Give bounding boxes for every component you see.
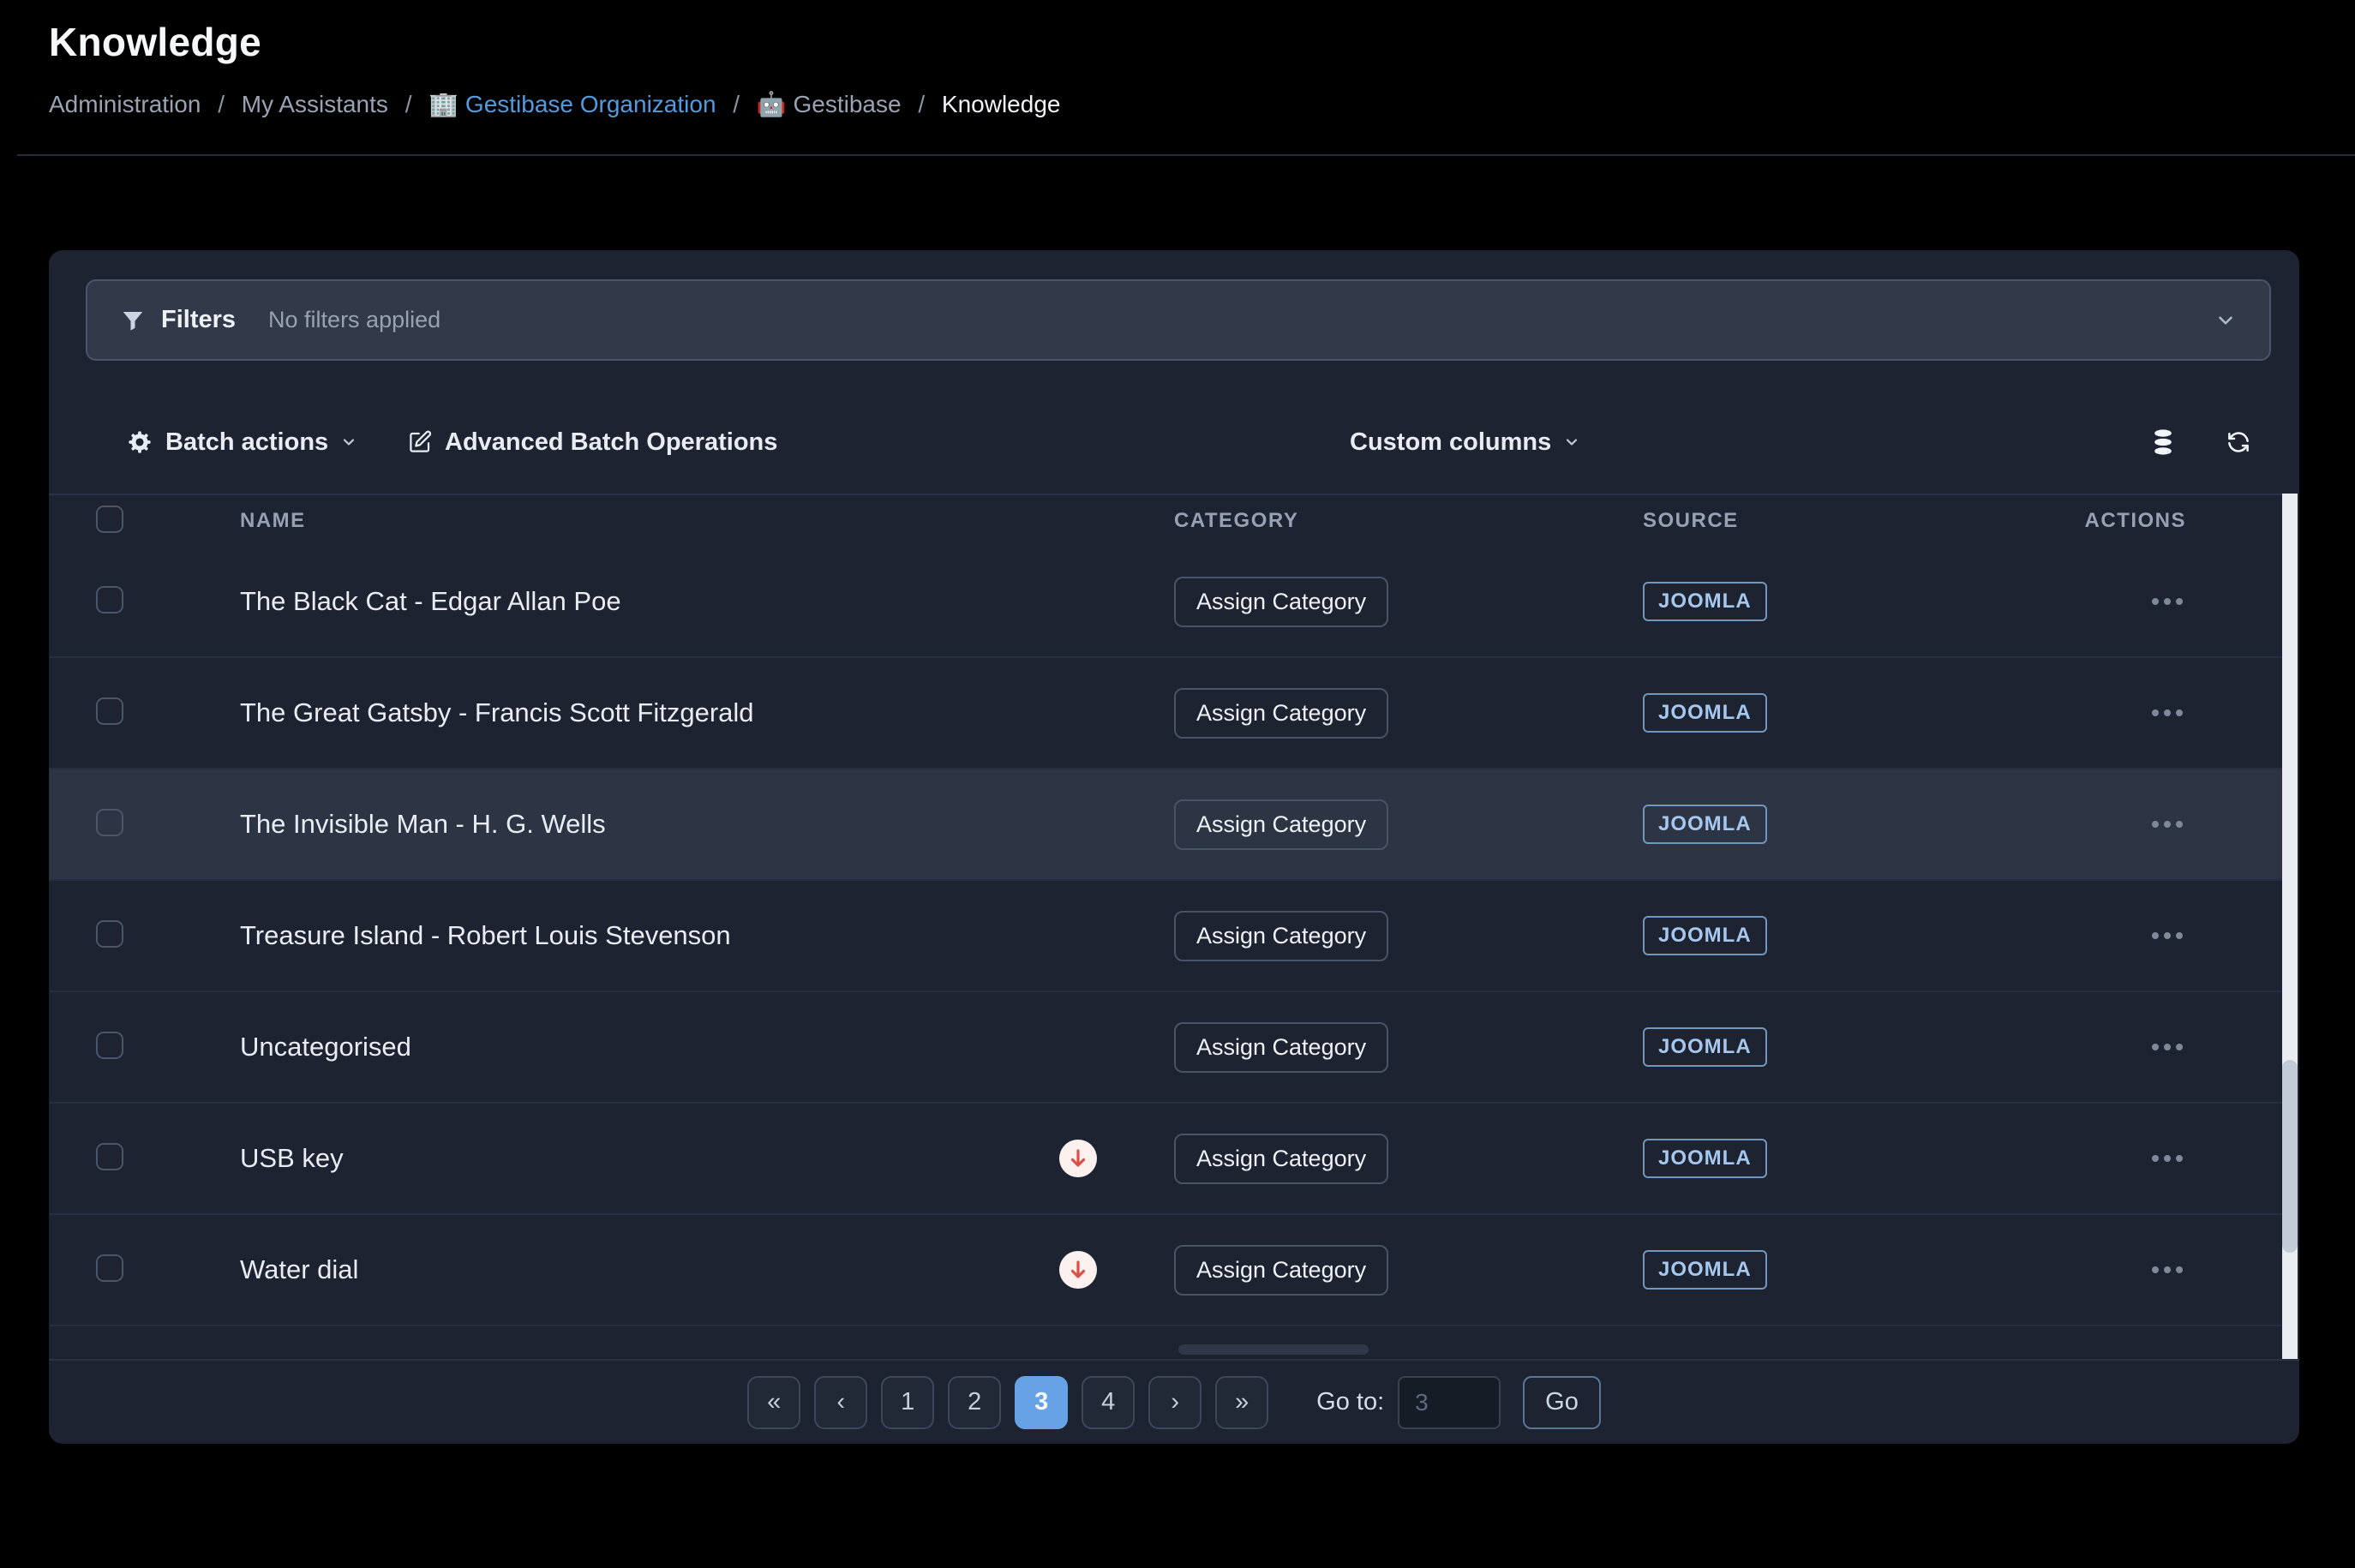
row-checkbox[interactable] (96, 1143, 123, 1170)
refresh-icon[interactable] (2226, 403, 2251, 482)
table-row: Uncategorised Assign Category JOOMLA (49, 992, 2282, 1104)
table-row: The Invisible Man - H. G. Wells Assign C… (49, 769, 2282, 881)
row-checkbox[interactable] (96, 697, 123, 725)
vertical-scrollbar-thumb[interactable] (2282, 1060, 2298, 1253)
header-divider (17, 154, 2355, 156)
column-header-source: SOURCE (1643, 509, 1739, 532)
table-toolbar: Batch actions Advanced Batch Operations … (49, 403, 2299, 482)
assign-category-button[interactable]: Assign Category (1174, 1022, 1388, 1073)
batch-actions-button[interactable]: Batch actions (126, 403, 357, 482)
table-row: USB key Assign Category JOOMLA (49, 1104, 2282, 1215)
filters-status: No filters applied (268, 307, 2214, 333)
table-row: Water dial Assign Category JOOMLA (49, 1215, 2282, 1326)
edit-icon (407, 429, 433, 455)
pagination-last-button[interactable]: » (1215, 1376, 1268, 1429)
custom-columns-button[interactable]: Custom columns (1350, 403, 1580, 482)
row-actions-menu-icon[interactable] (2148, 701, 2186, 725)
page-title: Knowledge (49, 19, 261, 65)
filters-label: Filters (161, 306, 236, 334)
breadcrumb-separator: / (733, 91, 740, 117)
table-row: The Great Gatsby - Francis Scott Fitzger… (49, 658, 2282, 769)
assign-category-button[interactable]: Assign Category (1174, 1134, 1388, 1184)
pagination-previous-button[interactable]: ‹ (814, 1376, 867, 1429)
knowledge-table: NAME CATEGORY SOURCE ACTIONS The Black C… (49, 494, 2282, 1361)
goto-page-label: Go to: (1316, 1388, 1384, 1416)
filters-bar[interactable]: Filters No filters applied (86, 279, 2271, 361)
page-button-3-active[interactable]: 3 (1015, 1376, 1068, 1429)
row-name: The Invisible Man - H. G. Wells (240, 809, 606, 840)
source-badge: JOOMLA (1643, 582, 1767, 621)
table-row: The Black Cat - Edgar Allan Poe Assign C… (49, 547, 2282, 658)
table-row-partial (49, 1326, 2282, 1361)
assign-category-button[interactable]: Assign Category (1174, 911, 1388, 961)
breadcrumb-item-my-assistants[interactable]: My Assistants (242, 91, 388, 117)
row-name: The Great Gatsby - Francis Scott Fitzger… (240, 697, 754, 728)
row-actions-menu-icon[interactable] (2148, 1258, 2186, 1282)
breadcrumb-separator: / (218, 91, 225, 117)
database-icon[interactable] (2150, 403, 2176, 482)
advanced-batch-operations-label: Advanced Batch Operations (445, 428, 777, 457)
breadcrumb-item-current: Knowledge (942, 91, 1061, 117)
row-actions-menu-icon[interactable] (2148, 1146, 2186, 1170)
red-download-arrow-icon (1059, 1140, 1097, 1177)
page-button-4[interactable]: 4 (1082, 1376, 1135, 1429)
column-header-category: CATEGORY (1174, 509, 1298, 532)
assign-category-button[interactable]: Assign Category (1174, 799, 1388, 850)
row-checkbox[interactable] (96, 586, 123, 613)
row-name: The Black Cat - Edgar Allan Poe (240, 586, 621, 617)
content-panel: Filters No filters applied B (49, 250, 2299, 1444)
breadcrumb-separator: / (918, 91, 925, 117)
batch-actions-label: Batch actions (165, 428, 328, 457)
page-button-1[interactable]: 1 (881, 1376, 934, 1429)
page-button-2[interactable]: 2 (948, 1376, 1001, 1429)
source-badge: JOOMLA (1643, 805, 1767, 844)
row-actions-menu-icon[interactable] (2148, 812, 2186, 836)
assign-category-button[interactable]: Assign Category (1174, 688, 1388, 739)
column-header-name: NAME (240, 509, 306, 533)
row-checkbox[interactable] (96, 809, 123, 836)
select-all-checkbox[interactable] (96, 506, 123, 533)
advanced-batch-operations-button[interactable]: Advanced Batch Operations (407, 403, 777, 482)
column-header-actions: ACTIONS (2085, 509, 2187, 533)
source-badge: JOOMLA (1643, 1139, 1767, 1178)
red-download-arrow-icon (1059, 1251, 1097, 1289)
source-badge: JOOMLA (1643, 916, 1767, 955)
row-actions-menu-icon[interactable] (2148, 589, 2186, 613)
breadcrumb-item-gestibase[interactable]: 🤖 Gestibase (757, 91, 902, 117)
breadcrumb-item-gestibase-organization[interactable]: 🏢 Gestibase Organization (428, 91, 716, 117)
row-checkbox[interactable] (96, 920, 123, 948)
go-button[interactable]: Go (1523, 1376, 1601, 1429)
row-checkbox[interactable] (96, 1254, 123, 1282)
table-header-row: NAME CATEGORY SOURCE ACTIONS (49, 495, 2282, 547)
pagination-bar: « ‹ 1 2 3 4 › » Go to: Go (49, 1359, 2299, 1444)
source-badge: JOOMLA (1643, 1027, 1767, 1067)
row-actions-menu-icon[interactable] (2148, 924, 2186, 948)
row-actions-menu-icon[interactable] (2148, 1035, 2186, 1059)
chevron-down-icon (340, 434, 357, 451)
custom-columns-label: Custom columns (1350, 428, 1551, 457)
horizontal-scrollbar-thumb[interactable] (1178, 1344, 1369, 1355)
chevron-down-icon[interactable] (2214, 309, 2237, 332)
filter-icon (120, 308, 146, 333)
breadcrumb-separator: / (405, 91, 412, 117)
gear-icon (126, 428, 153, 456)
row-name: USB key (240, 1143, 344, 1174)
table-row: Treasure Island - Robert Louis Stevenson… (49, 881, 2282, 992)
goto-page-input[interactable] (1398, 1376, 1501, 1429)
pagination-first-button[interactable]: « (747, 1376, 800, 1429)
row-name: Water dial (240, 1254, 358, 1285)
row-name: Treasure Island - Robert Louis Stevenson (240, 920, 731, 951)
row-name: Uncategorised (240, 1032, 411, 1062)
row-checkbox[interactable] (96, 1032, 123, 1059)
pagination-next-button[interactable]: › (1148, 1376, 1201, 1429)
breadcrumb: Administration / My Assistants / 🏢 Gesti… (49, 90, 1060, 118)
vertical-scrollbar[interactable] (2282, 494, 2298, 1359)
assign-category-button[interactable]: Assign Category (1174, 577, 1388, 627)
source-badge: JOOMLA (1643, 693, 1767, 733)
source-badge: JOOMLA (1643, 1250, 1767, 1290)
assign-category-button[interactable]: Assign Category (1174, 1245, 1388, 1296)
breadcrumb-item-administration[interactable]: Administration (49, 91, 201, 117)
chevron-down-icon (1563, 434, 1580, 451)
